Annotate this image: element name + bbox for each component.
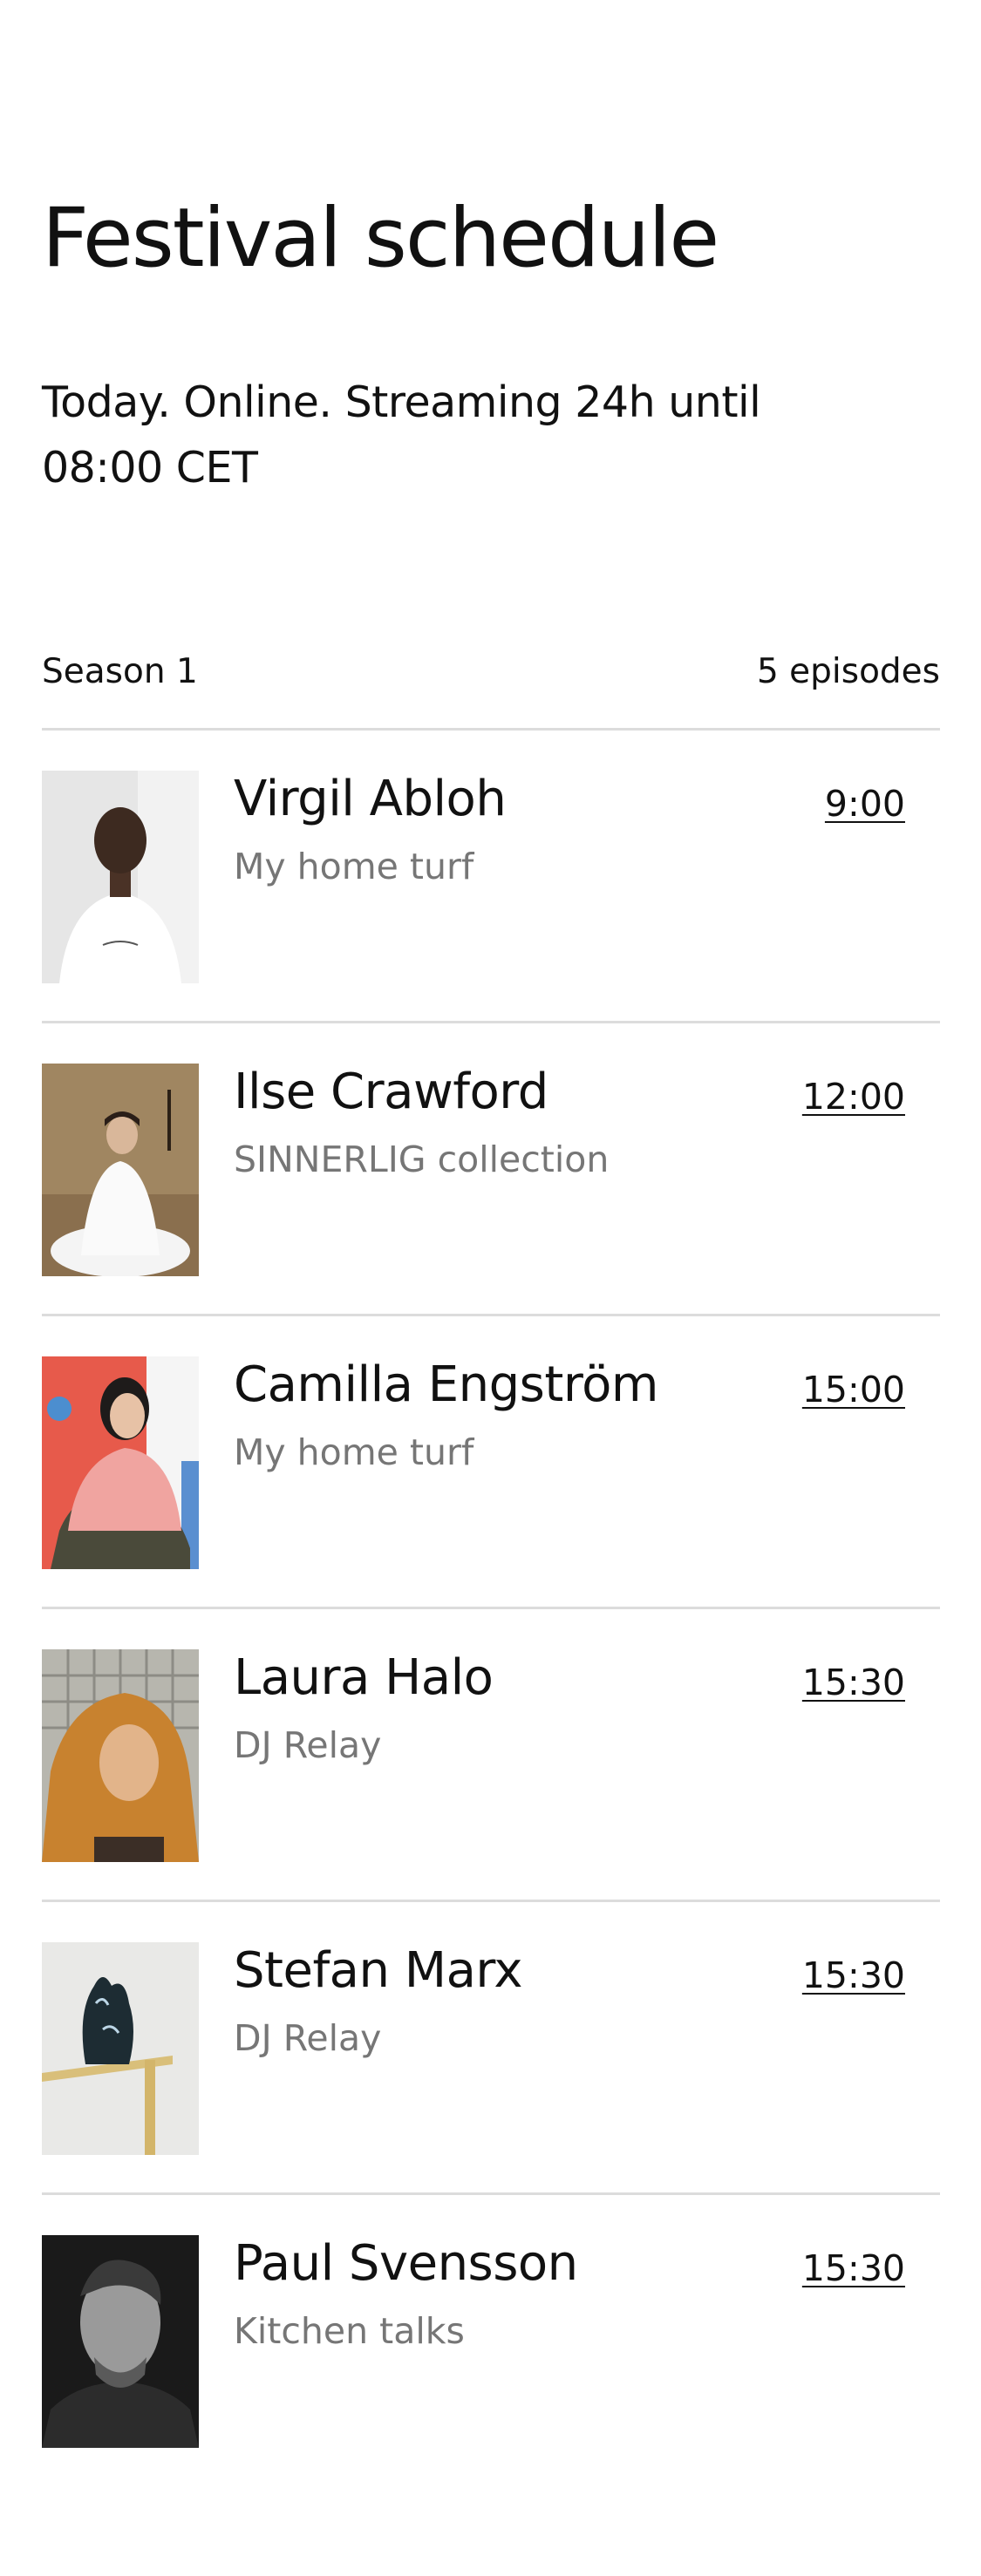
episode-name: Ilse Crawford bbox=[234, 1064, 548, 1120]
episode-row[interactable]: Ilse Crawford SINNERLIG collection 12:00 bbox=[42, 1023, 940, 1316]
episode-list: Virgil Abloh My home turf 9:00 Ilse Craw… bbox=[42, 731, 940, 2488]
episode-time-link[interactable]: 9:00 bbox=[825, 783, 905, 825]
episode-photo bbox=[42, 1064, 199, 1276]
episode-photo bbox=[42, 1356, 199, 1569]
episode-name: Virgil Abloh bbox=[234, 771, 507, 827]
episode-name: Paul Svensson bbox=[234, 2235, 578, 2292]
episode-row[interactable]: Paul Svensson Kitchen talks 15:30 bbox=[42, 2195, 940, 2488]
episode-time-link[interactable]: 15:30 bbox=[802, 1954, 905, 1996]
episode-name: Camilla Engström bbox=[234, 1356, 658, 1413]
episode-photo bbox=[42, 771, 199, 983]
season-label: Season 1 bbox=[42, 652, 198, 691]
episode-topic: DJ Relay bbox=[234, 1724, 382, 1766]
episode-photo bbox=[42, 2235, 199, 2448]
episode-name: Laura Halo bbox=[234, 1649, 494, 1706]
episodes-count: 5 episodes bbox=[756, 652, 940, 691]
episode-time-link[interactable]: 15:00 bbox=[802, 1369, 905, 1410]
episode-row[interactable]: Stefan Marx DJ Relay 15:30 bbox=[42, 1902, 940, 2195]
page-title: Festival schedule bbox=[42, 191, 719, 286]
episode-topic: My home turf bbox=[234, 846, 474, 887]
portrait-image bbox=[42, 1649, 199, 1862]
episode-name: Stefan Marx bbox=[234, 1942, 523, 1999]
episode-row[interactable]: Camilla Engström My home turf 15:00 bbox=[42, 1316, 940, 1609]
episode-topic: Kitchen talks bbox=[234, 2310, 465, 2352]
portrait-image bbox=[42, 2235, 199, 2448]
portrait-image bbox=[42, 771, 199, 983]
episode-time-link[interactable]: 12:00 bbox=[802, 1076, 905, 1118]
episode-time-link[interactable]: 15:30 bbox=[802, 2247, 905, 2289]
portrait-image bbox=[42, 1356, 199, 1569]
page-subtitle: Today. Online. Streaming 24h until 08:00… bbox=[42, 377, 761, 493]
sculpture-image bbox=[42, 1942, 199, 2155]
episode-photo bbox=[42, 1649, 199, 1862]
episode-row[interactable]: Laura Halo DJ Relay 15:30 bbox=[42, 1609, 940, 1902]
portrait-image bbox=[42, 1064, 199, 1276]
episode-time-link[interactable]: 15:30 bbox=[802, 1662, 905, 1703]
episode-topic: SINNERLIG collection bbox=[234, 1138, 610, 1180]
episode-photo bbox=[42, 1942, 199, 2155]
episode-topic: DJ Relay bbox=[234, 2017, 382, 2059]
season-header: Season 1 5 episodes bbox=[42, 652, 940, 731]
episode-row[interactable]: Virgil Abloh My home turf 9:00 bbox=[42, 731, 940, 1023]
episode-topic: My home turf bbox=[234, 1431, 474, 1473]
